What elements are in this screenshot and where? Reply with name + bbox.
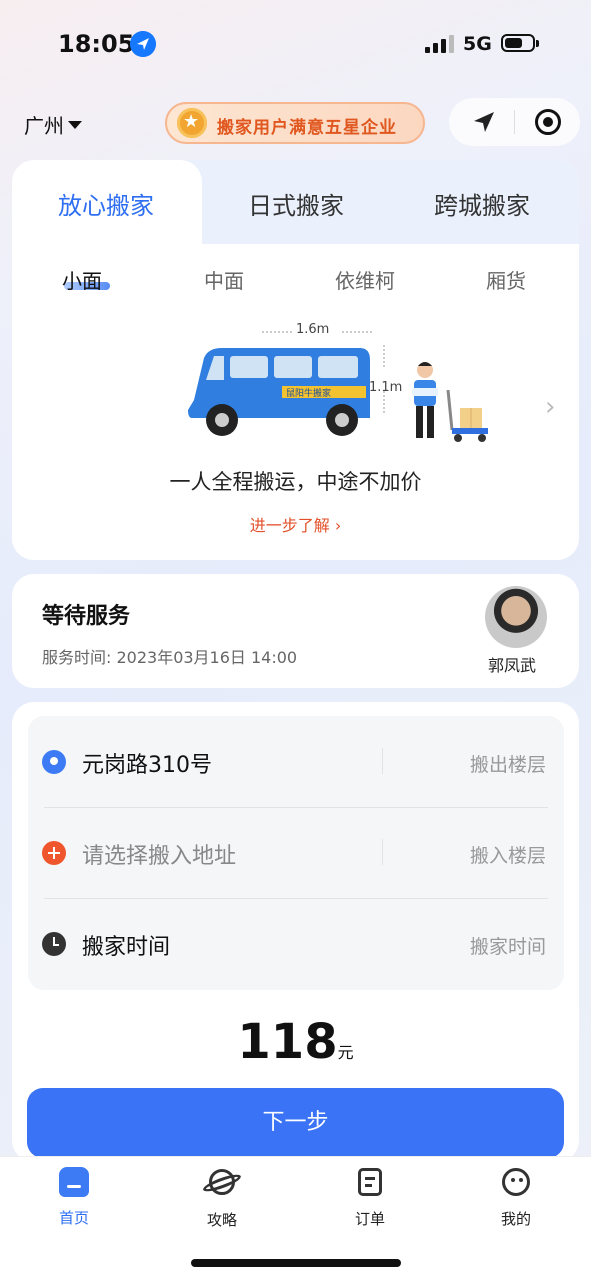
vehicle-tab-iveco[interactable]: 依维柯 [335,265,395,294]
city-label: 广州 [24,114,64,138]
tab-guide-label: 攻略 [206,1211,237,1229]
tab-mine-label: 我的 [500,1210,531,1228]
from-address-row[interactable]: 元岗路310号 搬出楼层 [28,716,564,806]
clock-icon [42,932,66,956]
van-illustration: 鼠阳牛搬家 [188,348,370,436]
tab-guide[interactable]: 攻略 [182,1167,262,1230]
row-divider [382,839,383,865]
medal-icon [177,108,207,138]
from-address[interactable]: 元岗路310号 [82,747,212,779]
to-floor-field[interactable]: 搬入楼层 [470,841,546,868]
navigation-icon[interactable] [471,109,497,135]
vehicle-tab-box-truck[interactable]: 厢货 [486,265,526,294]
add-icon [42,841,66,865]
price-display: 118元 [12,1014,579,1070]
tab-home[interactable]: 首页 [34,1167,114,1228]
tab-mine[interactable]: 我的 [476,1167,556,1229]
order-status-title: 等待服务 [42,604,131,629]
chevron-right-icon[interactable]: › [545,392,555,422]
pill-divider [514,110,515,134]
from-floor-field[interactable]: 搬出楼层 [470,750,546,777]
driver-avatar [485,586,547,648]
cart-illustration [446,390,488,442]
target-icon[interactable] [535,109,561,135]
van-label: 鼠阳牛搬家 [286,387,331,399]
move-time-label: 搬家时间 [82,935,171,960]
vehicle-length: 1.6m [296,322,330,337]
tab-japanese[interactable]: 日式搬家 [248,186,344,221]
to-address-row[interactable]: 请选择搬入地址 搬入楼层 [28,807,564,897]
mover-illustration [412,362,438,438]
to-address-placeholder[interactable]: 请选择搬入地址 [82,838,236,870]
status-time: 18:05 [58,30,135,58]
tab-home-label: 首页 [58,1209,89,1227]
move-time-row[interactable]: 搬家时间 搬家时间 [28,898,564,988]
row-divider [382,748,383,774]
vehicle-tab-mid-van[interactable]: 中面 [204,265,244,294]
badge-text: 搬家用户满意五星企业 [217,118,397,138]
tab-orders-label: 订单 [354,1210,385,1228]
move-time-field[interactable]: 搬家时间 [470,932,546,959]
booking-card: 元岗路310号 搬出楼层 请选择搬入地址 搬入楼层 搬家时间 搬家时间 118元… [12,702,579,1162]
address-form: 元岗路310号 搬出楼层 请选择搬入地址 搬入楼层 搬家时间 搬家时间 [28,716,564,990]
vehicle-slogan: 一人全程搬运，中途不加价 [169,470,422,494]
home-icon [59,1167,89,1197]
location-pin-icon [42,750,66,774]
battery-icon [501,34,539,52]
header-action-pill [449,98,580,146]
service-card: 放心搬家 日式搬家 跨城搬家 小面 中面 依维柯 厢货 1.6m 1.1m 鼠阳… [12,160,579,560]
price-amount: 118 [237,1014,338,1070]
caret-down-icon [68,120,82,129]
location-arrow-icon [130,31,156,57]
tab-intercity[interactable]: 跨城搬家 [434,186,530,221]
tab-orders[interactable]: 订单 [330,1167,410,1229]
smile-icon [502,1168,530,1196]
price-unit: 元 [337,1043,354,1062]
driver-name: 郭凤武 [488,656,537,675]
vehicle-tab-small-van[interactable]: 小面 [62,265,102,294]
service-time: 服务时间: 2023年03月16日 14:00 [42,648,298,667]
learn-more-link[interactable]: 进一步了解 › [12,512,579,536]
award-badge[interactable]: 搬家用户满意五星企业 [165,102,425,144]
order-status-card[interactable]: 等待服务 服务时间: 2023年03月16日 14:00 郭凤武 [12,574,579,688]
network-type: 5G [463,33,492,55]
signal-icon [425,35,454,53]
next-step-button[interactable]: 下一步 [27,1088,564,1158]
city-selector[interactable]: 广州 [24,110,82,139]
tab-fangxin[interactable]: 放心搬家 [58,186,154,221]
order-icon [358,1168,382,1196]
home-indicator[interactable] [191,1259,401,1267]
planet-icon [209,1169,235,1195]
